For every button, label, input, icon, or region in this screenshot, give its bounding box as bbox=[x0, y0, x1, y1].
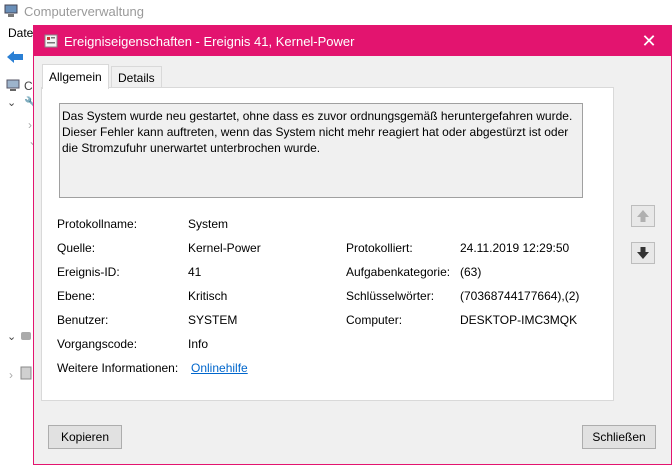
opcode-value: Info bbox=[188, 337, 209, 351]
disk-icon bbox=[21, 332, 31, 340]
level-value: Kritisch bbox=[188, 289, 228, 303]
copy-button[interactable]: Kopieren bbox=[48, 425, 122, 449]
keywords-label: Schlüsselwörter: bbox=[346, 289, 435, 303]
event-id-value: 41 bbox=[188, 265, 202, 279]
computer-management-icon bbox=[4, 4, 18, 17]
tree-collapse-icon-2[interactable]: › bbox=[9, 368, 13, 382]
tab-details[interactable]: Details bbox=[111, 66, 162, 89]
source-label: Quelle: bbox=[57, 241, 96, 255]
previous-event-button[interactable] bbox=[631, 205, 655, 227]
level-label: Ebene: bbox=[57, 289, 96, 303]
services-icon bbox=[20, 366, 32, 380]
background-menu-file[interactable]: Date bbox=[8, 26, 33, 40]
next-event-button[interactable] bbox=[631, 242, 655, 264]
dialog-title: Ereigniseigenschaften - Ereignis 41, Ker… bbox=[64, 34, 355, 49]
opcode-label: Vorgangscode: bbox=[57, 337, 138, 351]
logged-value: 24.11.2019 12:29:50 bbox=[460, 241, 570, 255]
arrow-up-icon bbox=[637, 210, 649, 222]
tab-general[interactable]: Allgemein bbox=[42, 64, 109, 89]
arrow-down-icon bbox=[637, 247, 649, 259]
computer-label: Computer: bbox=[346, 313, 403, 327]
general-tab-panel: Das System wurde neu gestartet, ohne das… bbox=[41, 87, 614, 401]
event-id-label: Ereignis-ID: bbox=[57, 265, 120, 279]
tree-item-computer[interactable]: C bbox=[24, 79, 33, 93]
online-help-link[interactable]: Onlinehilfe bbox=[191, 361, 248, 375]
back-arrow-icon[interactable] bbox=[6, 50, 24, 64]
event-properties-dialog: Ereigniseigenschaften - Ereignis 41, Ker… bbox=[33, 25, 672, 465]
close-button[interactable]: Schließen bbox=[582, 425, 656, 449]
event-description: Das System wurde neu gestartet, ohne das… bbox=[59, 103, 583, 198]
dialog-titlebar[interactable]: Ereigniseigenschaften - Ereignis 41, Ker… bbox=[34, 26, 671, 56]
computer-icon bbox=[6, 79, 20, 91]
close-icon[interactable]: ✕ bbox=[627, 26, 671, 56]
task-category-label: Aufgabenkategorie: bbox=[346, 265, 451, 279]
task-category-value: (63) bbox=[460, 265, 482, 279]
source-value: Kernel-Power bbox=[188, 241, 261, 255]
computer-value: DESKTOP-IMC3MQK bbox=[460, 313, 578, 327]
tree-expand-icon-3[interactable]: ⌄ bbox=[7, 330, 16, 343]
user-label: Benutzer: bbox=[57, 313, 109, 327]
event-viewer-icon bbox=[44, 34, 58, 48]
more-info-label: Weitere Informationen: bbox=[57, 361, 179, 375]
log-name-label: Protokollname: bbox=[57, 217, 138, 231]
background-window-titlebar: Computerverwaltung bbox=[0, 0, 672, 22]
logged-label: Protokolliert: bbox=[346, 241, 413, 255]
background-window-title: Computerverwaltung bbox=[24, 4, 144, 19]
tree-expand-icon[interactable]: ⌄ bbox=[7, 96, 16, 109]
tree-collapse-icon[interactable]: › bbox=[28, 118, 32, 132]
keywords-value: (70368744177664),(2) bbox=[460, 289, 580, 303]
user-value: SYSTEM bbox=[188, 313, 238, 327]
log-name-value: System bbox=[188, 217, 229, 231]
